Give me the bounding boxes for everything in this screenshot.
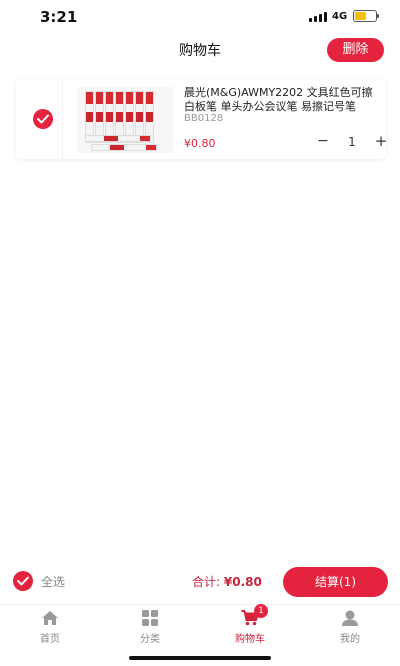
product-name[interactable]: 晨光(M&G)AWMY2202 文具红色可擦白板笔 单头办公会议笔 易擦记号笔 bbox=[184, 86, 380, 114]
product-image[interactable] bbox=[77, 87, 173, 153]
battery-icon bbox=[353, 10, 379, 22]
checkout-bar: 全选 合计: ¥0.80 结算(1) bbox=[0, 563, 400, 601]
tab-label: 分类 bbox=[140, 634, 160, 645]
signal-icon bbox=[309, 12, 327, 22]
tab-label: 首页 bbox=[40, 634, 60, 645]
tab-profile[interactable]: 我的 bbox=[310, 610, 390, 650]
order-total: 合计: ¥0.80 bbox=[192, 573, 262, 590]
cart-screen: 3:21 4G 购物车 删除 晨光(M&G)AWMY2202 文具红色可擦白板笔… bbox=[0, 0, 400, 666]
select-all-checkbox[interactable] bbox=[13, 571, 33, 591]
item-checkbox[interactable] bbox=[33, 109, 53, 129]
checkout-button[interactable]: 结算(1) bbox=[283, 567, 388, 597]
checkmark-icon bbox=[17, 576, 29, 586]
item-select-area[interactable] bbox=[16, 80, 63, 159]
battery-level bbox=[355, 12, 366, 20]
quantity-decrease-button[interactable]: − bbox=[315, 133, 331, 149]
page-header: 购物车 删除 bbox=[0, 34, 400, 66]
tab-cart[interactable]: 购物车 bbox=[210, 610, 290, 650]
checkmark-icon bbox=[37, 114, 49, 124]
tab-label: 购物车 bbox=[235, 634, 265, 645]
tab-category[interactable]: 分类 bbox=[110, 610, 190, 650]
tab-label: 我的 bbox=[340, 634, 360, 645]
delete-button[interactable]: 删除 bbox=[327, 38, 384, 62]
total-label: 合计: bbox=[192, 575, 221, 589]
total-value: ¥0.80 bbox=[223, 575, 262, 589]
quantity-increase-button[interactable]: + bbox=[373, 133, 389, 149]
cart-badge: 1 bbox=[254, 604, 268, 618]
price-currency: ¥ bbox=[184, 137, 191, 150]
quantity-value[interactable]: 1 bbox=[345, 135, 359, 149]
select-all-label[interactable]: 全选 bbox=[41, 573, 65, 590]
product-price: ¥0.80 bbox=[184, 137, 216, 150]
network-type: 4G bbox=[332, 11, 348, 22]
home-indicator bbox=[129, 656, 271, 660]
status-bar: 3:21 4G bbox=[0, 0, 400, 34]
tab-home[interactable]: 首页 bbox=[10, 610, 90, 650]
home-icon bbox=[41, 610, 59, 626]
price-value: 0.80 bbox=[191, 137, 216, 150]
user-icon bbox=[341, 610, 359, 626]
product-sku: BB0128 bbox=[184, 113, 224, 124]
category-grid-icon bbox=[141, 610, 159, 626]
cart-item: 晨光(M&G)AWMY2202 文具红色可擦白板笔 单头办公会议笔 易擦记号笔 … bbox=[16, 80, 389, 159]
status-time: 3:21 bbox=[40, 8, 78, 26]
